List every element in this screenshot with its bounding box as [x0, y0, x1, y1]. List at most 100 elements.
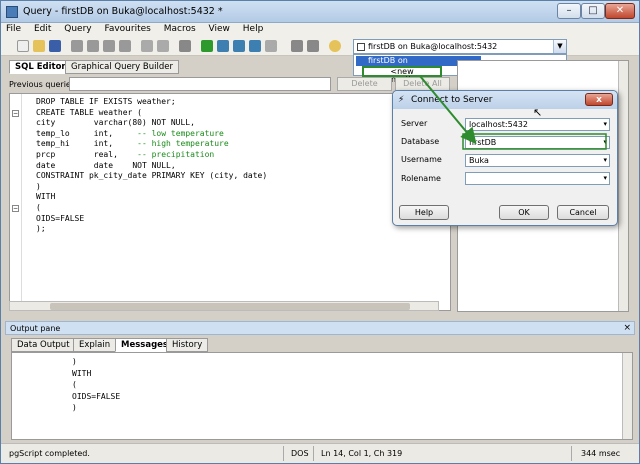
execute-icon[interactable]	[201, 40, 213, 52]
paste-icon[interactable]	[103, 40, 115, 52]
tab-data-output[interactable]: Data Output	[11, 338, 76, 352]
main-window: Query - firstDB on Buka@localhost:5432 *…	[0, 0, 640, 464]
undo-icon[interactable]	[141, 40, 153, 52]
menu-edit[interactable]: Edit	[29, 23, 56, 35]
help-icon[interactable]	[329, 40, 341, 52]
messages-output[interactable]: ) WITH ( OIDS=FALSE)	[11, 352, 633, 440]
delete-button[interactable]: Delete	[337, 77, 392, 91]
code-line: )	[36, 181, 41, 191]
code-line: temp_hi int, -- high temperature	[36, 139, 229, 149]
status-cursor-position: Ln 14, Col 1, Ch 319	[321, 449, 403, 458]
code-line: );	[36, 224, 46, 234]
message-line: OIDS=FALSE	[72, 391, 121, 401]
status-bar: pgScript completed. DOS Ln 14, Col 1, Ch…	[1, 443, 639, 463]
previous-queries-combo[interactable]	[69, 77, 331, 91]
cancel-button[interactable]: Cancel	[557, 205, 609, 220]
status-message: pgScript completed.	[9, 449, 90, 458]
fold-marker[interactable]: −	[12, 205, 19, 212]
chevron-down-icon: ▾	[603, 156, 607, 164]
chevron-down-icon[interactable]: ▼	[553, 40, 566, 53]
rolename-label: Rolename	[401, 174, 441, 183]
code-line: prcp real, -- precipitation	[36, 149, 215, 159]
message-line: WITH	[72, 368, 92, 378]
execute-pgscript-icon[interactable]	[217, 40, 229, 52]
chevron-down-icon: ▾	[603, 138, 607, 146]
database-combo[interactable]: firstDB ▾	[465, 136, 610, 149]
cut-icon[interactable]	[71, 40, 83, 52]
dialog-title: Connect to Server	[411, 95, 493, 105]
code-line: temp_lo int, -- low temperature	[36, 128, 224, 138]
message-line: (	[72, 380, 77, 389]
fold-marker[interactable]: −	[12, 110, 19, 117]
maximize-button[interactable]: □	[581, 3, 605, 19]
sql-editor[interactable]: − − DROP TABLE IF EXISTS weather; CREATE …	[9, 93, 451, 311]
code-line: OIDS=FALSE	[36, 213, 85, 223]
server-combo[interactable]: localhost:5432 ▾	[465, 118, 610, 131]
editor-tabs: SQL Editor Graphical Query Builder	[9, 60, 449, 74]
app-icon	[6, 6, 18, 18]
code-line: DROP TABLE IF EXISTS weather;	[36, 97, 176, 106]
code-line: date date NOT NULL,	[36, 160, 176, 170]
connection-combo[interactable]: firstDB on Buka@localhost:5432 ▼	[353, 39, 567, 54]
cancel-query-icon[interactable]	[265, 40, 277, 52]
menu-view[interactable]: View	[204, 23, 235, 35]
minimize-button[interactable]: –	[557, 3, 581, 19]
open-folder-icon[interactable]	[33, 40, 45, 52]
connection-checkbox[interactable]	[357, 43, 365, 51]
server-label: Server	[401, 119, 428, 128]
ok-button[interactable]: OK	[499, 205, 549, 220]
rolename-combo[interactable]: ▾	[465, 172, 610, 185]
output-pane-header: Output pane ×	[5, 321, 635, 335]
tab-history[interactable]: History	[166, 338, 209, 352]
username-label: Username	[401, 155, 442, 164]
tab-graphical-query-builder[interactable]: Graphical Query Builder	[65, 60, 179, 74]
vacuum-icon[interactable]	[291, 40, 303, 52]
commit-icon[interactable]	[307, 40, 319, 52]
splitter[interactable]	[1, 314, 639, 319]
scrollbar-thumb[interactable]	[50, 303, 410, 310]
code-line: CONSTRAINT pk_city_date PRIMARY KEY (cit…	[36, 171, 268, 181]
explain-icon[interactable]	[249, 40, 261, 52]
menu-favourites[interactable]: Favourites	[99, 23, 155, 35]
window-title: Query - firstDB on Buka@localhost:5432 *	[23, 6, 223, 17]
message-line: )	[72, 357, 77, 366]
code-line: CREATE TABLE weather (	[36, 107, 142, 117]
tab-explain[interactable]: Explain	[73, 338, 117, 352]
delete-all-button[interactable]: Delete All	[395, 77, 450, 91]
close-button[interactable]: ✕	[605, 3, 635, 19]
save-icon[interactable]	[49, 40, 61, 52]
tab-sql-editor[interactable]: SQL Editor	[9, 60, 72, 74]
vertical-scrollbar[interactable]	[618, 61, 628, 311]
dialog-close-button[interactable]: x	[585, 93, 613, 106]
clear-icon[interactable]	[119, 40, 131, 52]
vertical-scrollbar[interactable]	[622, 353, 632, 439]
status-encoding: DOS	[291, 449, 309, 458]
username-combo[interactable]: Buka ▾	[465, 154, 610, 167]
output-pane-title: Output pane	[10, 324, 61, 333]
horizontal-scrollbar[interactable]	[9, 301, 439, 311]
previous-queries-label: Previous queries	[9, 80, 76, 89]
menu-help[interactable]: Help	[238, 23, 269, 35]
redo-icon[interactable]	[157, 40, 169, 52]
plug-icon: ⚡	[398, 95, 405, 105]
connect-dialog: ⚡ Connect to Server x Server localhost:5…	[392, 90, 618, 226]
find-icon[interactable]	[179, 40, 191, 52]
code-line: city varchar(80) NOT NULL,	[36, 118, 195, 128]
close-icon[interactable]: ×	[623, 323, 631, 333]
execute-to-file-icon[interactable]	[233, 40, 245, 52]
title-bar: Query - firstDB on Buka@localhost:5432 *…	[1, 1, 639, 23]
menu-query[interactable]: Query	[59, 23, 96, 35]
messages-text: ) WITH ( OIDS=FALSE)	[72, 356, 120, 414]
menu-macros[interactable]: Macros	[159, 23, 201, 35]
code-line: (	[36, 202, 41, 212]
code-line: WITH	[36, 192, 56, 202]
help-button[interactable]: Help	[399, 205, 449, 220]
copy-icon[interactable]	[87, 40, 99, 52]
connection-selected: firstDB on Buka@localhost:5432	[368, 42, 498, 51]
new-file-icon[interactable]	[17, 40, 29, 52]
editor-gutter: − −	[10, 94, 22, 310]
message-line: )	[72, 403, 77, 412]
chevron-down-icon: ▾	[603, 120, 607, 128]
output-tabs: Data Output Explain Messages History	[11, 338, 611, 352]
menu-file[interactable]: File	[1, 23, 26, 35]
